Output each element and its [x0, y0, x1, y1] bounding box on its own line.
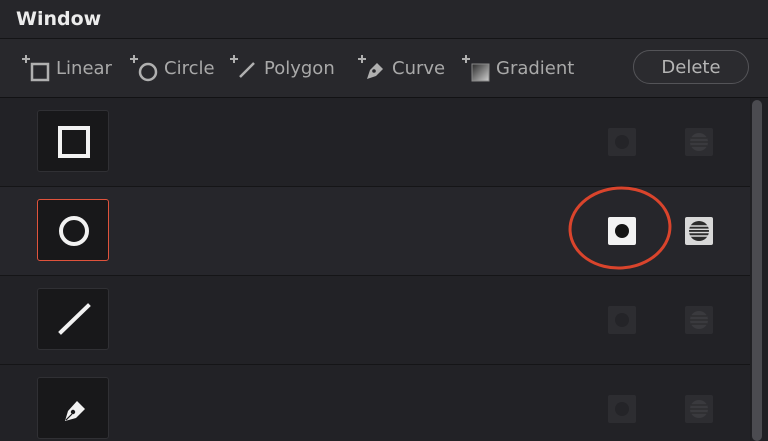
- polygon-tool-label: Polygon: [264, 57, 335, 79]
- invert-icon: [690, 133, 708, 151]
- window-enable-toggle[interactable]: [608, 306, 636, 334]
- polygon-window-thumbnail[interactable]: [37, 288, 109, 350]
- window-row-curve[interactable]: [0, 365, 750, 441]
- curve-tool-label: Curve: [392, 57, 446, 79]
- panel-title: Window: [16, 8, 102, 30]
- window-enable-toggle[interactable]: [608, 128, 636, 156]
- enable-dot-icon: [615, 402, 629, 416]
- window-row-square[interactable]: [0, 98, 750, 187]
- curve-window-thumbnail[interactable]: [37, 377, 109, 439]
- linear-add-icon: [20, 51, 54, 85]
- pen-shape-icon: [65, 401, 85, 421]
- window-panel-header: Window: [0, 0, 768, 39]
- curve-add-icon: [356, 51, 390, 85]
- window-invert-toggle[interactable]: [685, 128, 713, 156]
- delete-button[interactable]: Delete: [633, 50, 749, 84]
- gradient-tool-label: Gradient: [496, 57, 575, 79]
- window-toolbar: Linear Circle Polygon Curve Gradient Del…: [0, 39, 768, 98]
- gradient-add-icon: [460, 51, 494, 85]
- scrollbar-thumb[interactable]: [752, 100, 762, 441]
- curve-tool-button[interactable]: Curve: [356, 51, 445, 85]
- window-invert-toggle[interactable]: [685, 395, 713, 423]
- gradient-tool-button[interactable]: Gradient: [460, 51, 574, 85]
- polygon-add-icon: [228, 51, 262, 85]
- enable-dot-icon: [615, 135, 629, 149]
- window-row-polygon[interactable]: [0, 276, 750, 365]
- linear-tool-button[interactable]: Linear: [20, 51, 112, 85]
- linear-tool-label: Linear: [56, 57, 112, 79]
- square-shape-icon: [58, 126, 90, 158]
- circle-tool-button[interactable]: Circle: [128, 51, 215, 85]
- line-shape-icon: [58, 303, 91, 335]
- circle-shape-icon: [59, 216, 89, 246]
- circle-tool-label: Circle: [164, 57, 215, 79]
- square-window-thumbnail[interactable]: [37, 110, 109, 172]
- circle-add-icon: [128, 51, 162, 85]
- circle-window-thumbnail[interactable]: [37, 199, 109, 261]
- window-invert-toggle[interactable]: [685, 217, 713, 245]
- enable-dot-icon: [615, 313, 629, 327]
- invert-icon: [690, 311, 708, 329]
- window-enable-toggle[interactable]: [608, 395, 636, 423]
- red-highlight-circle: [568, 186, 672, 270]
- window-invert-toggle[interactable]: [685, 306, 713, 334]
- invert-icon: [689, 221, 709, 241]
- invert-icon: [690, 400, 708, 418]
- polygon-tool-button[interactable]: Polygon: [228, 51, 335, 85]
